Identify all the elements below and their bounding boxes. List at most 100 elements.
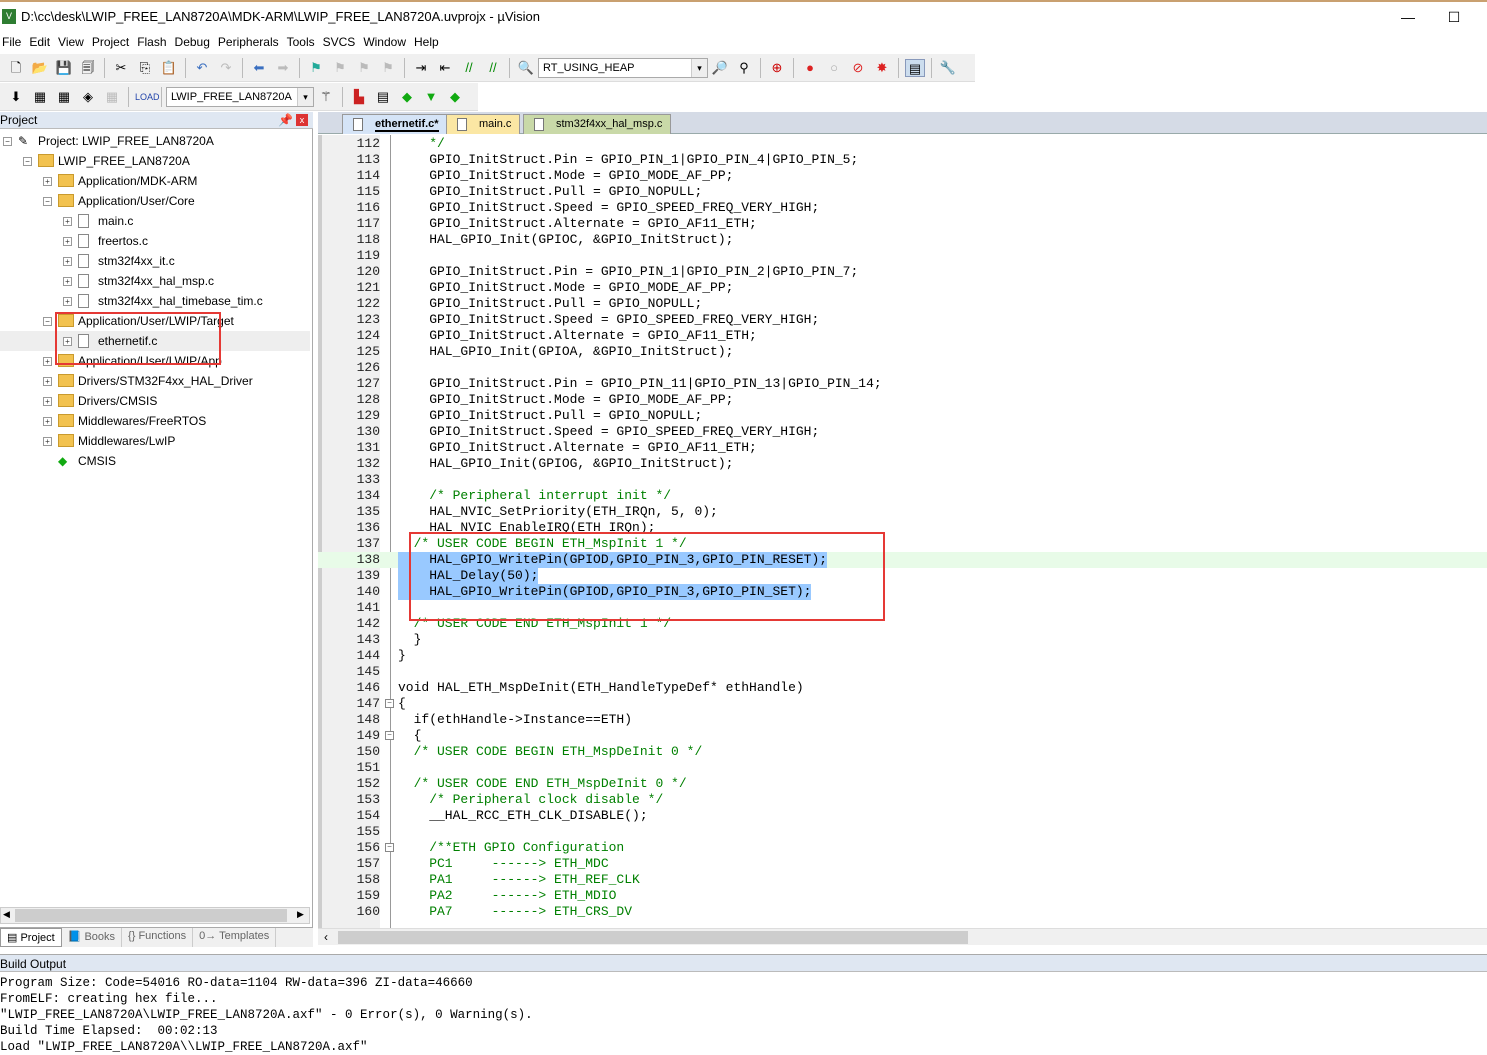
expand-icon[interactable]: + (43, 437, 52, 446)
find-combo[interactable]: RT_USING_HEAP ▾ (538, 57, 708, 78)
tree-item[interactable]: + main.c (0, 211, 310, 231)
stop-build-icon[interactable]: ▦ (102, 88, 122, 106)
scroll-thumb[interactable] (338, 931, 968, 944)
find-in-files-icon[interactable]: 🔍 (516, 59, 536, 77)
tree-item[interactable]: + Drivers/STM32F4xx_HAL_Driver (0, 371, 310, 391)
editor-hscrollbar[interactable]: ‹ (318, 928, 1487, 945)
window-layout-icon[interactable]: ▤ (905, 58, 925, 77)
next-bookmark-icon[interactable]: ⚑ (354, 59, 374, 77)
menu-flash[interactable]: Flash (137, 33, 166, 51)
maximize-button[interactable]: ☐ (1434, 6, 1474, 28)
open-icon[interactable]: 📂 (30, 59, 50, 77)
incremental-find-icon[interactable]: ⚲ (734, 59, 754, 77)
disable-breakpoint-icon[interactable]: ○ (824, 59, 844, 77)
find-icon[interactable]: 🔎 (710, 59, 730, 77)
fold-icon[interactable]: − (385, 699, 394, 708)
select-packs-icon[interactable]: ▤ (373, 88, 393, 106)
bookmark-icon[interactable]: ⚑ (306, 59, 326, 77)
menu-svcs[interactable]: SVCS (323, 33, 356, 51)
menu-file[interactable]: File (0, 33, 21, 51)
manage-project-items-icon[interactable]: ▙ (349, 88, 369, 106)
tree-item[interactable]: + Drivers/CMSIS (0, 391, 310, 411)
kill-all-breakpoints-icon[interactable]: ✸ (872, 59, 892, 77)
debug-session-icon[interactable]: ⊕ (767, 59, 787, 77)
tab-project[interactable]: ▤ Project (0, 928, 62, 947)
tree-item[interactable]: + Middlewares/FreeRTOS (0, 411, 310, 431)
pack-installer-icon[interactable]: ▼ (421, 88, 441, 106)
nav-back-icon[interactable]: ⬅ (249, 59, 269, 77)
pin-icon[interactable]: 📌 (278, 112, 293, 129)
menu-tools[interactable]: Tools (287, 33, 315, 51)
menu-window[interactable]: Window (363, 33, 406, 51)
tree-item[interactable]: + Middlewares/LwIP (0, 431, 310, 451)
target-combo[interactable]: LWIP_FREE_LAN8720A ▾ (166, 86, 314, 107)
expand-icon[interactable]: + (63, 237, 72, 246)
collapse-icon[interactable]: − (43, 317, 52, 326)
expand-icon[interactable]: + (43, 177, 52, 186)
copy-icon[interactable]: ⎘ (135, 59, 155, 77)
menu-edit[interactable]: Edit (29, 33, 50, 51)
paste-icon[interactable]: 📋 (159, 59, 179, 77)
fold-icon[interactable]: − (385, 843, 394, 852)
disable-all-breakpoints-icon[interactable]: ⊘ (848, 59, 868, 77)
collapse-icon[interactable]: − (23, 157, 32, 166)
build-icon[interactable]: ▦ (30, 88, 50, 106)
undo-icon[interactable]: ↶ (192, 59, 212, 77)
clear-bookmarks-icon[interactable]: ⚑ (378, 59, 398, 77)
tree-item[interactable]: + stm32f4xx_hal_timebase_tim.c (0, 291, 310, 311)
tab-templates[interactable]: 0→ Templates (193, 928, 277, 947)
expand-icon[interactable]: + (63, 257, 72, 266)
scroll-left-icon[interactable]: ◀ (3, 909, 10, 920)
menu-view[interactable]: View (58, 33, 84, 51)
prev-bookmark-icon[interactable]: ⚑ (330, 59, 350, 77)
indent-icon[interactable]: ⇥ (411, 59, 431, 77)
tree-item[interactable]: + stm32f4xx_it.c (0, 251, 310, 271)
fold-icon[interactable]: − (385, 731, 394, 740)
redo-icon[interactable]: ↷ (216, 59, 236, 77)
pack-icon[interactable]: ◆ (445, 88, 465, 106)
menu-peripherals[interactable]: Peripherals (218, 33, 279, 51)
chevron-down-icon[interactable]: ▾ (691, 58, 707, 77)
menu-debug[interactable]: Debug (175, 33, 210, 51)
menu-project[interactable]: Project (92, 33, 129, 51)
tree-item[interactable]: ◆ CMSIS (0, 451, 310, 471)
collapse-icon[interactable]: − (43, 197, 52, 206)
rebuild-icon[interactable]: ▦ (54, 88, 74, 106)
translate-icon[interactable]: ⬇ (6, 88, 26, 106)
scroll-thumb[interactable] (15, 909, 287, 922)
scroll-left-icon[interactable]: ‹ (324, 930, 328, 944)
tab-functions[interactable]: {} Functions (122, 928, 194, 947)
tree-item[interactable]: − LWIP_FREE_LAN8720A (0, 151, 310, 171)
tab-books[interactable]: 📘 Books (62, 928, 123, 947)
tree-item[interactable]: − Application/User/Core (0, 191, 310, 211)
save-all-icon[interactable]: 🗐 (78, 59, 98, 77)
options-for-target-icon[interactable]: ⚚ (316, 88, 336, 106)
scroll-right-icon[interactable]: ▶ (297, 909, 304, 920)
menu-help[interactable]: Help (414, 33, 439, 51)
new-file-icon[interactable]: 🗋 (6, 59, 26, 77)
minimize-button[interactable]: — (1388, 6, 1428, 28)
cut-icon[interactable]: ✂ (111, 59, 131, 77)
unindent-icon[interactable]: ⇤ (435, 59, 455, 77)
tree-item[interactable]: + Application/MDK-ARM (0, 171, 310, 191)
editor-tab[interactable]: ethernetif.c* (342, 114, 448, 134)
load-icon[interactable]: LOAD (135, 88, 160, 106)
editor-tab[interactable]: main.c (446, 114, 521, 134)
expand-icon[interactable]: + (63, 217, 72, 226)
collapse-icon[interactable]: − (3, 137, 12, 146)
expand-icon[interactable]: + (43, 377, 52, 386)
tree-item[interactable]: − ✎ Project: LWIP_FREE_LAN8720A (0, 131, 310, 151)
expand-icon[interactable]: + (43, 397, 52, 406)
editor-tab[interactable]: stm32f4xx_hal_msp.c (523, 114, 672, 134)
configure-icon[interactable]: 🔧 (938, 59, 958, 77)
tree-item[interactable]: + stm32f4xx_hal_msp.c (0, 271, 310, 291)
expand-icon[interactable]: + (43, 357, 52, 366)
nav-forward-icon[interactable]: ➡ (273, 59, 293, 77)
project-hscrollbar[interactable]: ◀ ▶ (0, 907, 310, 924)
expand-icon[interactable]: + (43, 417, 52, 426)
breakpoint-icon[interactable]: ● (800, 59, 820, 77)
batch-build-icon[interactable]: ◈ (78, 88, 98, 106)
chevron-down-icon[interactable]: ▾ (297, 87, 313, 106)
expand-icon[interactable]: + (63, 277, 72, 286)
tree-item[interactable]: + freertos.c (0, 231, 310, 251)
